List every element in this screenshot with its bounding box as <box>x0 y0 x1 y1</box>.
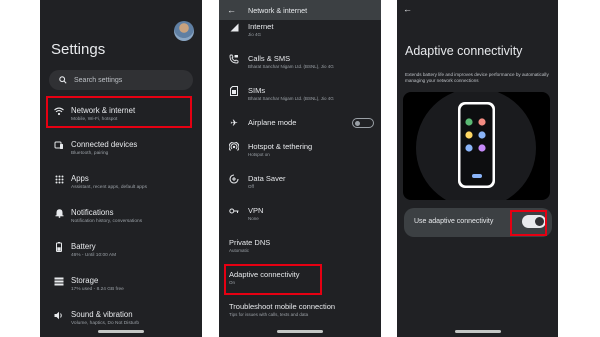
highlight-box <box>224 264 322 295</box>
item-subtitle: Automatic <box>229 248 250 253</box>
vpn-key-icon <box>229 206 239 216</box>
sim-icon <box>229 86 239 96</box>
item-subtitle: Hotspot on <box>248 152 270 157</box>
adaptive-connectivity-screen: ← Adaptive connectivity Extends battery … <box>397 0 558 337</box>
settings-item-storage[interactable]: Storage 17% used - 8.24 GB free <box>54 276 199 293</box>
network-item-calls-sms[interactable]: Calls & SMS Bharat Sanchar Nigam Ltd. (BS… <box>229 54 377 70</box>
apps-icon <box>54 174 64 184</box>
item-title: SIMs <box>248 86 266 95</box>
search-bar[interactable]: Search settings <box>49 70 193 90</box>
devices-icon <box>54 140 64 150</box>
gesture-bar[interactable] <box>454 330 501 333</box>
item-subtitle: Tips for issues with calls, texts and da… <box>229 312 309 317</box>
network-item-private-dns[interactable]: Private DNS Automatic <box>229 238 377 254</box>
network-item-vpn[interactable]: VPN None <box>229 206 377 222</box>
sound-icon <box>54 310 64 320</box>
back-arrow-icon[interactable]: ← <box>227 5 236 15</box>
settings-item-connected-devices[interactable]: Connected devices Bluetooth, pairing <box>54 140 199 157</box>
settings-item-sound[interactable]: Sound & vibration Volume, haptics, Do Not… <box>54 310 199 327</box>
network-item-hotspot[interactable]: Hotspot & tethering Hotspot on <box>229 142 377 158</box>
item-subtitle: Bluetooth, pairing <box>71 151 109 156</box>
item-title: Troubleshoot mobile connection <box>229 302 336 311</box>
item-title: Connected devices <box>71 140 138 149</box>
page-description: Extends battery life and improves device… <box>405 72 549 83</box>
item-title: Apps <box>71 174 89 183</box>
calls-sms-icon <box>229 54 239 64</box>
item-subtitle: Bharat Sanchar Nigam Ltd. (BSNL), Jio 4G <box>248 96 334 101</box>
toggle-label: Use adaptive connectivity <box>414 218 494 225</box>
highlight-box <box>46 96 192 128</box>
item-subtitle: Jio 4G <box>248 32 262 37</box>
data-saver-icon <box>229 174 239 184</box>
storage-icon <box>54 276 64 286</box>
avatar[interactable] <box>174 21 194 41</box>
item-subtitle: Notification history, conversations <box>71 219 143 224</box>
item-title: Notifications <box>71 208 114 217</box>
item-subtitle: Off <box>248 184 254 189</box>
network-screen: ← Network & internet Internet Jio 4G Call… <box>219 0 381 337</box>
hotspot-icon <box>229 142 239 152</box>
item-subtitle: None <box>248 216 259 221</box>
signal-icon <box>229 22 239 32</box>
search-placeholder: Search settings <box>74 76 123 84</box>
item-title: Calls & SMS <box>248 54 291 63</box>
network-item-data-saver[interactable]: Data Saver Off <box>229 174 377 190</box>
network-item-internet[interactable]: Internet Jio 4G <box>229 22 377 38</box>
item-title: Battery <box>71 242 96 251</box>
item-subtitle: 46% - Until 10:00 AM <box>71 253 117 258</box>
phone-illustration-art <box>416 92 536 200</box>
item-subtitle: 17% used - 8.24 GB free <box>71 287 124 292</box>
network-item-troubleshoot[interactable]: Troubleshoot mobile connection Tips for i… <box>229 302 377 318</box>
settings-item-battery[interactable]: Battery 46% - Until 10:00 AM <box>54 242 199 259</box>
item-title: Private DNS <box>229 238 271 247</box>
item-title: Airplane mode <box>248 118 297 127</box>
item-title: Storage <box>71 276 99 285</box>
settings-screen: Settings Search settings Network & inter… <box>40 0 202 337</box>
item-title: Hotspot & tethering <box>248 142 313 151</box>
bell-icon <box>54 208 64 218</box>
item-title: VPN <box>248 206 264 215</box>
gesture-bar[interactable] <box>277 330 323 333</box>
gesture-bar[interactable] <box>98 330 144 333</box>
item-title: Sound & vibration <box>71 310 133 319</box>
settings-item-notifications[interactable]: Notifications Notification history, conve… <box>54 208 199 225</box>
app-bar: ← Network & internet <box>219 0 381 20</box>
item-subtitle: Assistant, recent apps, default apps <box>71 185 147 190</box>
battery-icon <box>54 242 64 252</box>
airplane-icon: ✈ <box>230 117 238 128</box>
airplane-mode-toggle[interactable] <box>352 118 374 128</box>
item-subtitle: Volume, haptics, Do Not Disturb <box>71 321 139 326</box>
search-icon <box>58 75 68 85</box>
network-item-sims[interactable]: SIMs Bharat Sanchar Nigam Ltd. (BSNL), Ji… <box>229 86 377 102</box>
item-title: Data Saver <box>248 174 286 183</box>
highlight-box <box>510 210 547 236</box>
toggle-knob <box>355 120 360 126</box>
page-title: Adaptive connectivity <box>405 44 523 58</box>
phone-illustration <box>403 92 550 200</box>
back-arrow-icon[interactable]: ← <box>403 4 412 14</box>
settings-item-apps[interactable]: Apps Assistant, recent apps, default apps <box>54 174 199 191</box>
item-title: Internet <box>248 22 274 31</box>
screen-title: Network & internet <box>248 5 308 15</box>
item-subtitle: Bharat Sanchar Nigam Ltd. (BSNL), Jio 4G <box>248 64 334 69</box>
page-title: Settings <box>51 41 106 58</box>
